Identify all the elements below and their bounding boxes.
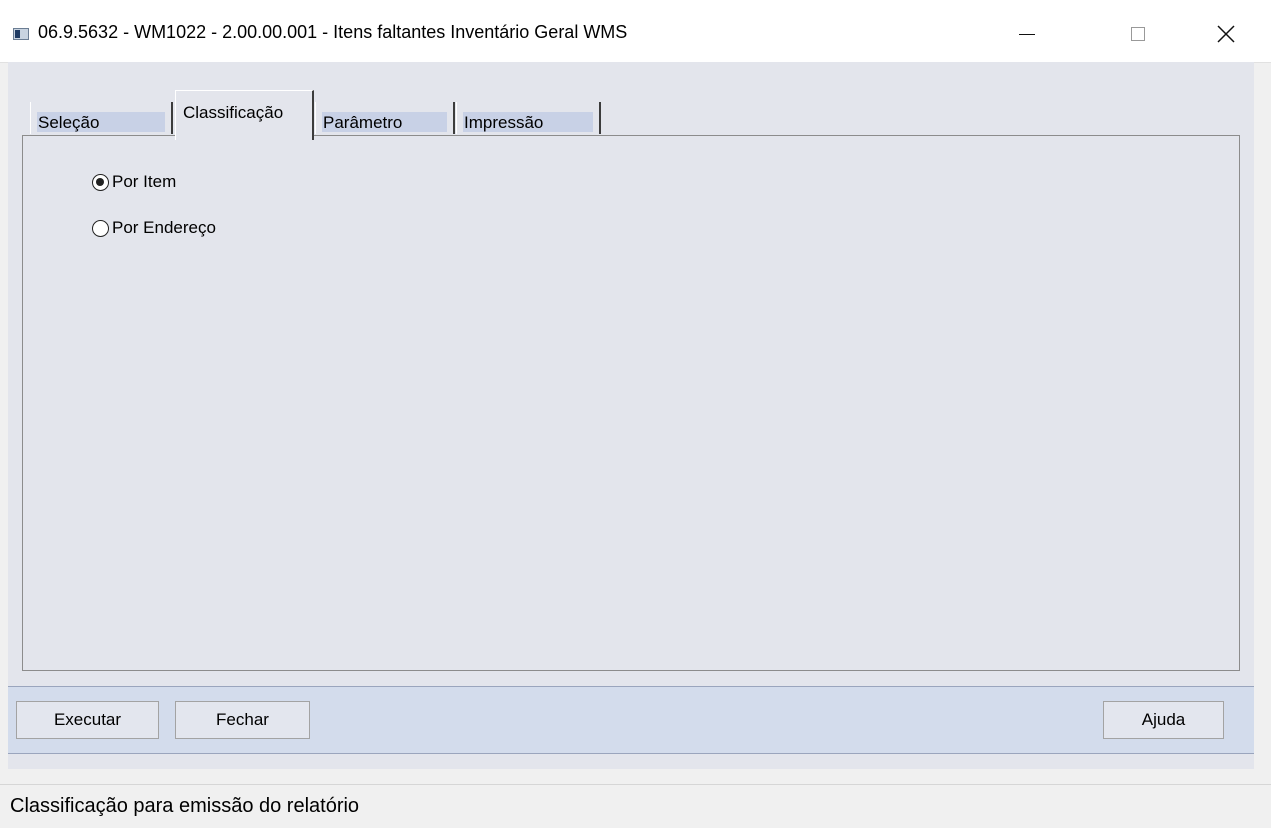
maximize-icon	[1131, 27, 1145, 41]
ajuda-button[interactable]: Ajuda	[1103, 701, 1224, 739]
radio-unselected-icon[interactable]	[92, 219, 109, 237]
tab-impressao[interactable]: Impressão	[456, 102, 601, 134]
button-bar: Executar Fechar Ajuda	[8, 686, 1254, 754]
tab-selecao[interactable]: Seleção	[30, 102, 173, 134]
maximize-button[interactable]	[1115, 14, 1161, 54]
radio-label-por-item: Por Item	[112, 172, 177, 191]
dialog-client-area: Seleção Parâmetro Impressão Classificaçã…	[8, 62, 1254, 769]
tab-classificacao[interactable]: Classificação	[175, 90, 314, 140]
minimize-button[interactable]	[1004, 14, 1050, 54]
close-icon	[1217, 25, 1235, 43]
status-bar: Classificação para emissão do relatório	[0, 784, 1271, 828]
fechar-button[interactable]: Fechar	[175, 701, 310, 739]
radio-selected-icon[interactable]	[92, 173, 109, 191]
close-button[interactable]	[1203, 14, 1249, 54]
tab-parametro[interactable]: Parâmetro	[315, 102, 455, 134]
window-title: 06.9.5632 - WM1022 - 2.00.00.001 - Itens…	[38, 22, 628, 42]
tab-label: Seleção	[38, 113, 100, 132]
minimize-icon	[1019, 33, 1035, 35]
radio-por-endereco[interactable]: Por Endereço	[92, 218, 216, 238]
radio-label-por-endereco: Por Endereço	[112, 218, 216, 237]
executar-button[interactable]: Executar	[16, 701, 159, 739]
title-bar[interactable]: 06.9.5632 - WM1022 - 2.00.00.001 - Itens…	[0, 0, 1271, 63]
radio-por-item[interactable]: Por Item	[92, 172, 176, 192]
tab-label: Classificação	[183, 103, 284, 122]
status-text: Classificação para emissão do relatório	[10, 795, 360, 817]
tab-label: Parâmetro	[323, 113, 403, 132]
tab-label: Impressão	[464, 113, 544, 132]
app-window-icon[interactable]	[13, 28, 29, 40]
tab-panel-classificacao	[22, 135, 1240, 671]
